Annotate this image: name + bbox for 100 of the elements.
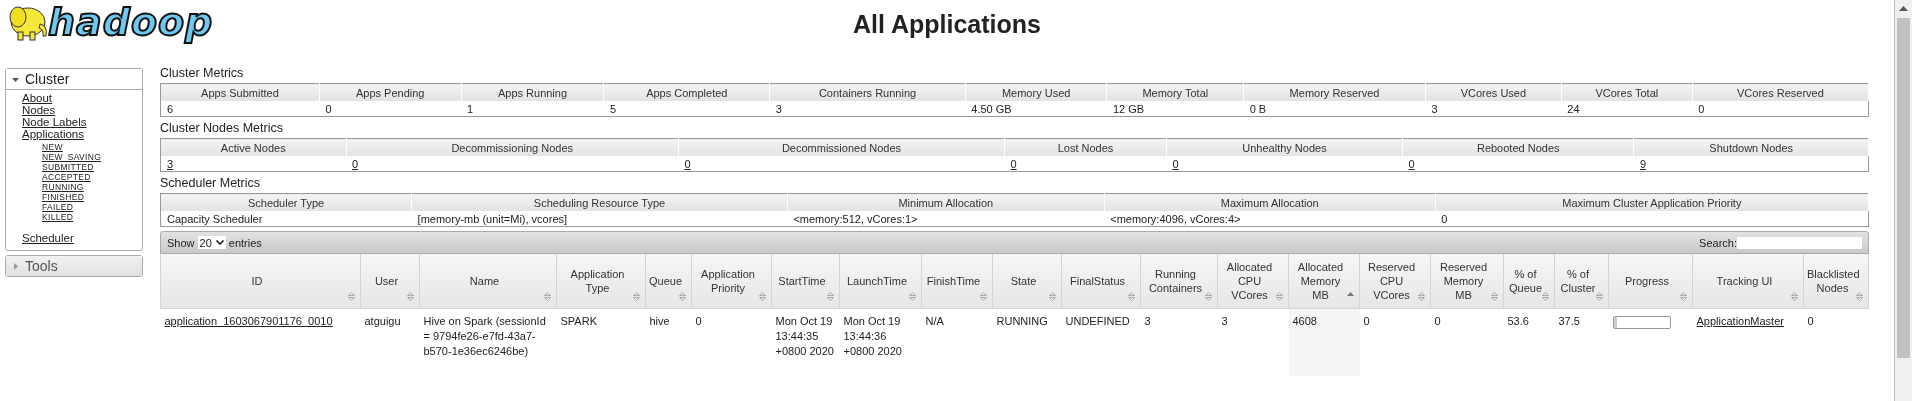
show-label: Show — [167, 236, 195, 249]
sort-icon — [1791, 292, 1798, 301]
column-header: Apps Submitted — [160, 83, 320, 101]
search-field[interactable] — [1737, 236, 1862, 249]
sort-icon — [348, 292, 355, 301]
sort-icon — [827, 292, 834, 301]
sort-icon — [1542, 292, 1549, 301]
entries-select[interactable]: 20 — [197, 236, 226, 249]
column-header[interactable]: State — [992, 254, 1062, 309]
metric-link[interactable]: 3 — [167, 157, 174, 170]
table-cell: RUNNING — [992, 308, 1062, 376]
table-cell: Hive on Spark (sessionId = 9794fe26-e7fd-43a7-b570-1e36ec6246be) — [419, 308, 557, 376]
table-cell: 0 — [1692, 101, 1869, 117]
column-header[interactable]: FinishTime — [921, 254, 993, 309]
sidebar-link[interactable]: RUNNING — [42, 182, 84, 192]
table-cell: 3 — [769, 101, 966, 117]
section-title: Cluster Nodes Metrics — [160, 121, 283, 135]
metric-link[interactable]: 9 — [1639, 157, 1647, 170]
column-header[interactable]: StartTime — [771, 254, 840, 309]
sidebar-link[interactable]: Applications — [22, 128, 84, 140]
column-header[interactable]: Reserved Memory MB — [1430, 254, 1504, 309]
scrollbar-thumb[interactable] — [1897, 18, 1910, 358]
column-header[interactable]: User — [360, 254, 420, 309]
column-header: Memory Used — [965, 83, 1107, 101]
column-header[interactable]: Application Type — [556, 254, 646, 309]
metric-link[interactable]: 0 — [1408, 157, 1415, 170]
column-header: Decommissioned Nodes — [678, 138, 1005, 156]
column-header[interactable]: Allocated Memory MB — [1288, 254, 1360, 309]
metric-link[interactable]: 0 — [352, 157, 359, 170]
scrollbar[interactable] — [1894, 0, 1912, 401]
column-header[interactable]: Allocated CPU VCores — [1217, 254, 1289, 309]
logo-text: hadoop — [48, 2, 214, 42]
column-header[interactable]: Tracking UI — [1692, 254, 1804, 309]
table-cell: 12 GB — [1106, 101, 1244, 117]
sort-icon — [1856, 292, 1863, 301]
column-header: Unhealthy Nodes — [1166, 138, 1403, 156]
sidebar-link[interactable]: SUBMITTED — [42, 162, 94, 172]
column-header[interactable]: Name — [419, 254, 557, 309]
table-cell: 4608 — [1288, 308, 1360, 376]
table-cell: <memory:4096, vCores:4> — [1104, 211, 1436, 227]
arrow-up-icon[interactable] — [1899, 6, 1908, 11]
column-header[interactable]: Progress — [1608, 254, 1693, 309]
sort-icon — [1418, 292, 1425, 301]
column-header[interactable]: Blacklisted Nodes — [1803, 254, 1869, 309]
table-cell: hive — [645, 308, 692, 376]
sort-icon — [1680, 292, 1687, 301]
table-link[interactable]: ApplicationMaster — [1696, 315, 1784, 327]
column-header: VCores Reserved — [1692, 83, 1869, 101]
table-cell: 24 — [1561, 101, 1693, 117]
column-header[interactable]: Running Containers — [1140, 254, 1218, 309]
sidebar-link[interactable]: NEW_SAVING — [42, 152, 102, 162]
search-label: Search: — [1699, 236, 1737, 249]
table-cell: 4.50 GB — [965, 101, 1107, 117]
section-header[interactable]: Cluster — [6, 69, 142, 90]
column-header[interactable]: Reserved CPU VCores — [1359, 254, 1431, 309]
table-cell: Mon Oct 19 13:44:36 +0800 2020 — [839, 308, 922, 376]
table-cell: SPARK — [556, 308, 646, 376]
sort-icon — [1596, 292, 1603, 301]
sort-icon — [1491, 292, 1498, 301]
table-cell: 6 — [160, 101, 320, 117]
sort-icon — [909, 292, 916, 301]
column-header: Apps Running — [461, 83, 604, 101]
column-header[interactable]: % of Cluster — [1554, 254, 1609, 309]
column-header: Maximum Cluster Application Priority — [1435, 193, 1869, 211]
sidebar-link[interactable]: FAILED — [42, 202, 74, 212]
sort-icon — [1205, 292, 1212, 301]
sort-icon — [679, 292, 686, 301]
table-link[interactable]: application_1603067901176_0010 — [164, 315, 333, 327]
table-cell: 0 — [319, 101, 462, 117]
sidebar-link[interactable]: Nodes — [22, 104, 56, 116]
column-header: Shutdown Nodes — [1633, 138, 1869, 156]
column-header: Memory Reserved — [1243, 83, 1426, 101]
sidebar-link[interactable]: ACCEPTED — [42, 172, 91, 182]
section-title: Cluster Metrics — [160, 66, 244, 80]
table-cell: UNDEFINED — [1061, 308, 1141, 376]
column-header[interactable]: LaunchTime — [839, 254, 922, 309]
column-header: Minimum Allocation — [787, 193, 1105, 211]
column-header[interactable]: Queue — [645, 254, 692, 309]
table-cell: Capacity Scheduler — [160, 211, 412, 227]
sidebar-link[interactable]: KILLED — [42, 212, 74, 222]
sort-icon — [1128, 292, 1135, 301]
column-header[interactable]: ID — [160, 254, 361, 309]
sidebar-link[interactable]: Node Labels — [22, 116, 87, 128]
column-header[interactable]: FinalStatus — [1061, 254, 1141, 309]
sort-icon — [980, 292, 987, 301]
table-cell: [memory-mb (unit=Mi), vcores] — [411, 211, 788, 227]
metric-link[interactable]: 0 — [1010, 157, 1017, 170]
table-cell: 53.6 — [1503, 308, 1555, 376]
metric-link[interactable]: 0 — [684, 157, 691, 170]
chevron-down-icon — [215, 240, 224, 245]
sidebar-link[interactable]: Scheduler — [22, 232, 74, 244]
column-header: VCores Total — [1561, 83, 1693, 101]
column-header[interactable]: % of Queue — [1503, 254, 1555, 309]
section-header[interactable]: Tools — [6, 256, 142, 276]
sidebar-link[interactable]: FINISHED — [42, 192, 85, 202]
metric-link[interactable]: 0 — [1172, 157, 1179, 170]
sort-icon — [1049, 292, 1056, 301]
column-header[interactable]: Application Priority — [691, 254, 772, 309]
sidebar-link[interactable]: NEW — [42, 142, 63, 152]
sidebar-link[interactable]: About — [22, 92, 53, 104]
